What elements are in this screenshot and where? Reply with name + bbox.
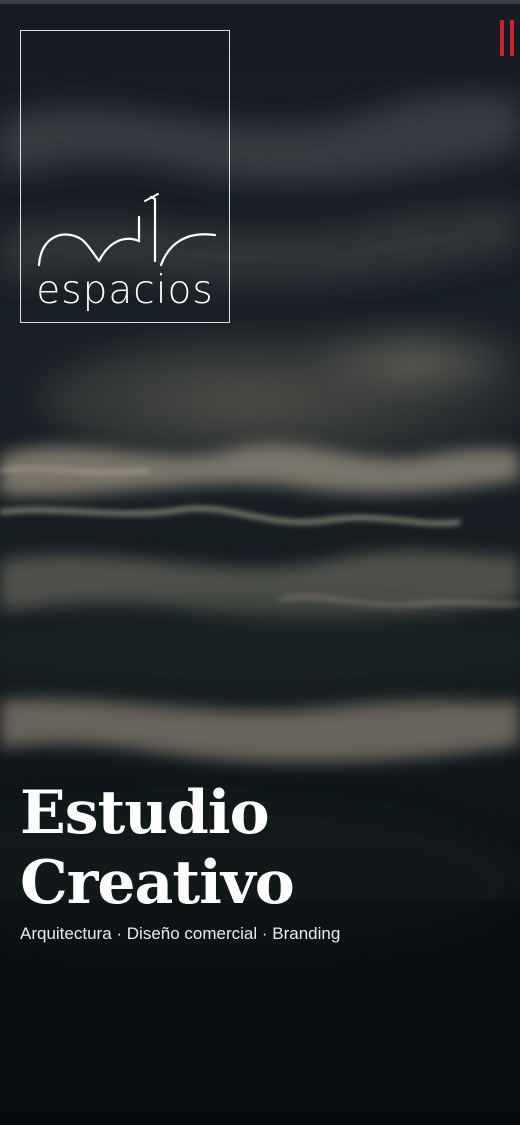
brand-logo[interactable]: espacios: [20, 30, 230, 323]
logo-wordmark: espacios: [36, 268, 214, 313]
top-border: [0, 0, 520, 4]
hero-title: Estudio Creativo: [20, 778, 295, 918]
menu-bar: [500, 20, 504, 56]
hero-title-line2: Creativo: [20, 848, 295, 918]
hero-title-line1: Estudio: [20, 778, 270, 848]
home-page: espacios Estudio Creativo Arquitectura ·…: [0, 0, 520, 1125]
menu-bar: [510, 20, 514, 56]
menu-toggle-icon[interactable]: [500, 20, 516, 56]
hero-subtitle: Arquitectura · Diseño comercial · Brandi…: [20, 924, 341, 943]
roofline-mark-icon: [37, 193, 217, 267]
